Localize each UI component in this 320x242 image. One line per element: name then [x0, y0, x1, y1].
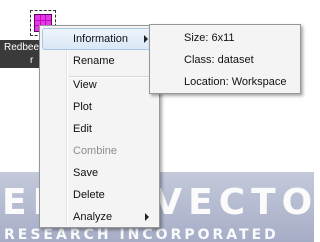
context-menu: Information Rename View Plot Edit Combin… [39, 25, 160, 228]
submenu-arrow-icon [144, 35, 148, 43]
menu-item-label: Analyze [73, 211, 113, 223]
dataset-label-line1: Redbee [4, 42, 40, 53]
submenu-item-location[interactable]: Location: Workspace [152, 71, 298, 93]
watermark-sub: RESEARCH INCORPORATED [4, 227, 279, 242]
submenu-arrow-icon [145, 213, 149, 221]
submenu-item-label: Size: 6x11 [184, 32, 235, 44]
information-submenu: Size: 6x11 Class: dataset Location: Work… [149, 24, 301, 94]
menu-item-edit[interactable]: Edit [42, 118, 157, 140]
submenu-item-label: Class: dataset [184, 54, 254, 66]
submenu-item-label: Location: Workspace [184, 76, 287, 88]
dataset-label-line2: r [30, 55, 34, 66]
menu-item-delete[interactable]: Delete [42, 184, 157, 206]
menu-item-label: Rename [73, 55, 115, 67]
menu-item-label: Save [73, 167, 99, 179]
menu-item-rename[interactable]: Rename [42, 50, 157, 72]
dataset-label[interactable]: Redbee r [0, 40, 44, 68]
menu-item-label: Edit [73, 123, 92, 135]
menu-item-save[interactable]: Save [42, 162, 157, 184]
menu-item-label: Plot [73, 101, 92, 113]
menu-item-label: Information [73, 33, 129, 45]
menu-item-label: View [73, 79, 97, 91]
menu-item-label: Delete [73, 189, 105, 201]
menu-item-plot[interactable]: Plot [42, 96, 157, 118]
menu-item-information[interactable]: Information [42, 28, 157, 50]
menu-item-label: Combine [73, 145, 118, 157]
workspace-desktop: EIGENVECTOR RESEARCH INCORPORATED Redbee… [0, 0, 314, 242]
menu-item-view[interactable]: View [42, 74, 157, 96]
menu-item-analyze[interactable]: Analyze [42, 206, 157, 228]
submenu-item-size[interactable]: Size: 6x11 [152, 27, 298, 49]
menu-item-combine: Combine [42, 140, 157, 162]
submenu-item-class[interactable]: Class: dataset [152, 49, 298, 71]
